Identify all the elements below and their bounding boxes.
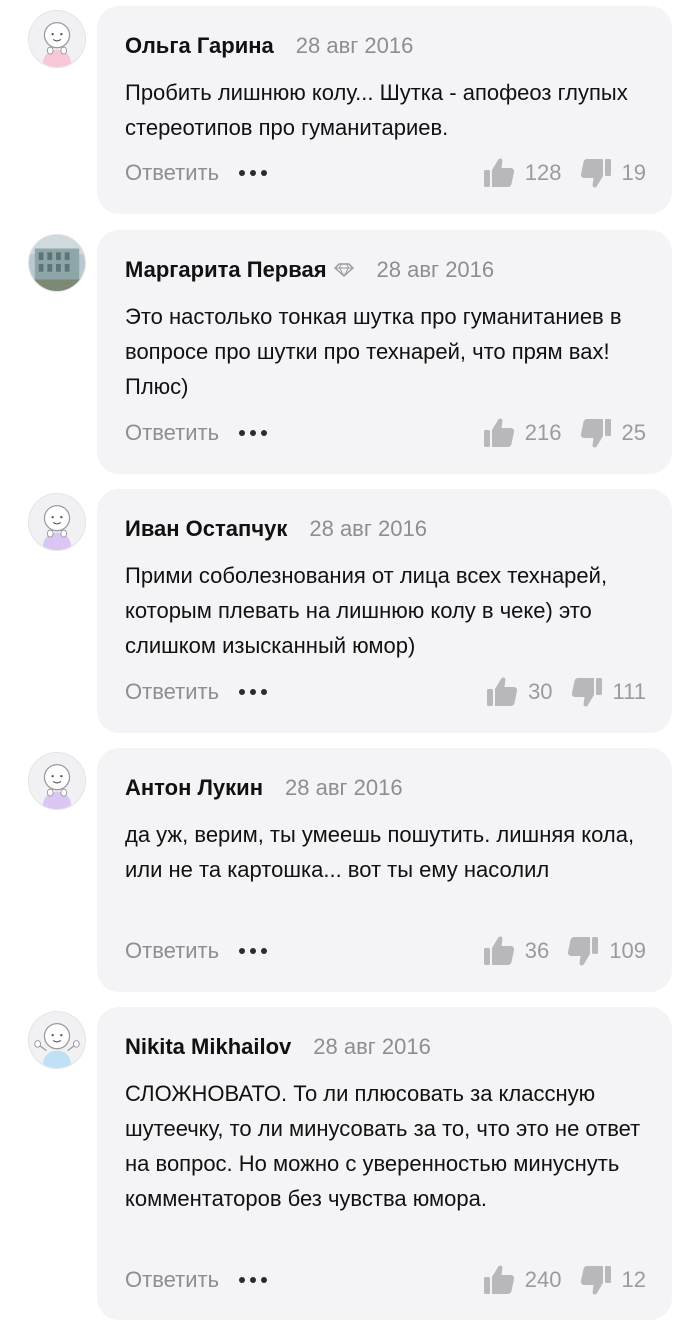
thumbs-up-icon [483, 418, 514, 447]
author-name[interactable]: Антон Лукин [125, 775, 263, 801]
dislike-count: 19 [621, 160, 646, 185]
dislike-button[interactable]: 25 [578, 415, 646, 451]
comment-bubble: Nikita Mikhailov 28 авг 2016 СЛОЖНОВАТО.… [97, 1007, 672, 1320]
comment-text: Прими соболезнования от лица всех технар… [125, 563, 608, 658]
dot-icon [239, 430, 246, 436]
diamond-icon [333, 262, 355, 278]
avatar-icon [29, 1012, 85, 1068]
like-button[interactable]: 128 [481, 155, 562, 191]
comment-bubble: Маргарита Первая 28 авг 2016 Это настоль… [97, 230, 672, 474]
thumbs-up-icon [483, 1265, 514, 1294]
like-count: 216 [524, 420, 562, 445]
comment-text: Это настолько тонкая шутка про гуманитан… [125, 304, 622, 399]
comment-text: да уж, верим, ты умеешь пошутить. лишняя… [125, 822, 635, 882]
author-name[interactable]: Иван Остапчук [125, 516, 287, 542]
comment-bubble: Ольга Гарина 28 авг 2016 Пробить лишнюю … [97, 6, 672, 214]
author-name[interactable]: Маргарита Первая [125, 257, 327, 283]
comment-actions: Ответить 30 111 [125, 675, 646, 709]
dot-icon [239, 948, 246, 954]
like-count: 128 [524, 160, 562, 185]
like-count: 36 [524, 938, 550, 963]
avatar-icon [29, 753, 85, 809]
comment-date: 28 авг 2016 [295, 33, 414, 58]
author-name[interactable]: Ольга Гарина [125, 33, 274, 59]
like-count: 240 [524, 1267, 562, 1292]
dot-icon [239, 689, 246, 695]
comment-actions: Ответить 128 19 [125, 156, 646, 190]
more-options-button[interactable] [239, 158, 272, 188]
comment-header: Антон Лукин 28 авг 2016 [125, 775, 403, 801]
avatar-icon [29, 11, 85, 67]
comment-header: Иван Остапчук 28 авг 2016 [125, 516, 427, 542]
thumbs-down-icon [580, 1266, 611, 1295]
comment-actions: Ответить 240 12 [125, 1263, 646, 1297]
reply-button[interactable]: Ответить [125, 160, 219, 186]
comment-date: 28 авг 2016 [309, 516, 427, 541]
more-options-button[interactable] [239, 1265, 272, 1295]
more-options-button[interactable] [239, 677, 272, 707]
avatar-photo-icon [29, 235, 85, 291]
comment-bubble: Антон Лукин 28 авг 2016 да уж, верим, ты… [97, 748, 672, 992]
comment-date: 28 авг 2016 [285, 775, 403, 800]
thumbs-down-icon [580, 159, 611, 188]
dot-icon [250, 430, 257, 436]
like-button[interactable]: 36 [481, 933, 549, 969]
author-name[interactable]: Nikita Mikhailov [125, 1034, 291, 1060]
reply-button[interactable]: Ответить [125, 679, 219, 705]
dot-icon [261, 948, 268, 954]
reply-button[interactable]: Ответить [125, 938, 219, 964]
avatar[interactable] [28, 752, 86, 810]
dot-icon [261, 689, 268, 695]
reply-button[interactable]: Ответить [125, 1267, 219, 1293]
reply-button[interactable]: Ответить [125, 420, 219, 446]
dot-icon [250, 170, 257, 176]
dislike-button[interactable]: 111 [569, 674, 646, 710]
dislike-count: 109 [609, 938, 646, 963]
dot-icon [261, 1277, 268, 1283]
avatar-icon [29, 494, 85, 550]
comment-header: Nikita Mikhailov 28 авг 2016 [125, 1034, 431, 1060]
like-button[interactable]: 216 [481, 415, 562, 451]
thumbs-up-icon [483, 936, 514, 965]
like-count: 30 [528, 679, 553, 704]
dot-icon [261, 170, 268, 176]
comment-actions: Ответить 36 109 [125, 934, 646, 968]
dot-icon [250, 1277, 257, 1283]
like-button[interactable]: 30 [484, 674, 553, 710]
comment-text: Пробить лишнюю колу... Шутка - апофеоз г… [125, 80, 628, 140]
dot-icon [261, 430, 268, 436]
comment-header: Ольга Гарина 28 авг 2016 [125, 33, 413, 59]
avatar[interactable] [28, 234, 86, 292]
dot-icon [239, 1277, 246, 1283]
comment-bubble: Иван Остапчук 28 авг 2016 Прими соболезн… [97, 489, 672, 733]
more-options-button[interactable] [239, 418, 272, 448]
dislike-count: 12 [621, 1267, 646, 1292]
avatar[interactable] [28, 10, 86, 68]
dot-icon [250, 948, 257, 954]
dislike-button[interactable]: 12 [578, 1262, 646, 1298]
comment-date: 28 авг 2016 [376, 257, 495, 282]
comment-header: Маргарита Первая 28 авг 2016 [125, 257, 494, 283]
thumbs-up-icon [487, 677, 518, 706]
like-button[interactable]: 240 [481, 1262, 562, 1298]
dislike-count: 25 [621, 420, 646, 445]
thumbs-down-icon [580, 419, 611, 448]
thumbs-up-icon [483, 158, 514, 187]
comment-text: СЛОЖНОВАТО. То ли плюсовать за классную … [125, 1081, 641, 1211]
avatar[interactable] [28, 1011, 86, 1069]
dislike-button[interactable]: 109 [565, 933, 646, 969]
comment-actions: Ответить 216 25 [125, 416, 646, 450]
dot-icon [239, 170, 246, 176]
dot-icon [250, 689, 257, 695]
dislike-button[interactable]: 19 [578, 155, 646, 191]
avatar[interactable] [28, 493, 86, 551]
thumbs-down-icon [568, 937, 599, 966]
comment-date: 28 авг 2016 [313, 1034, 431, 1059]
thumbs-down-icon [571, 678, 602, 707]
more-options-button[interactable] [239, 936, 272, 966]
dislike-count: 111 [612, 679, 646, 704]
